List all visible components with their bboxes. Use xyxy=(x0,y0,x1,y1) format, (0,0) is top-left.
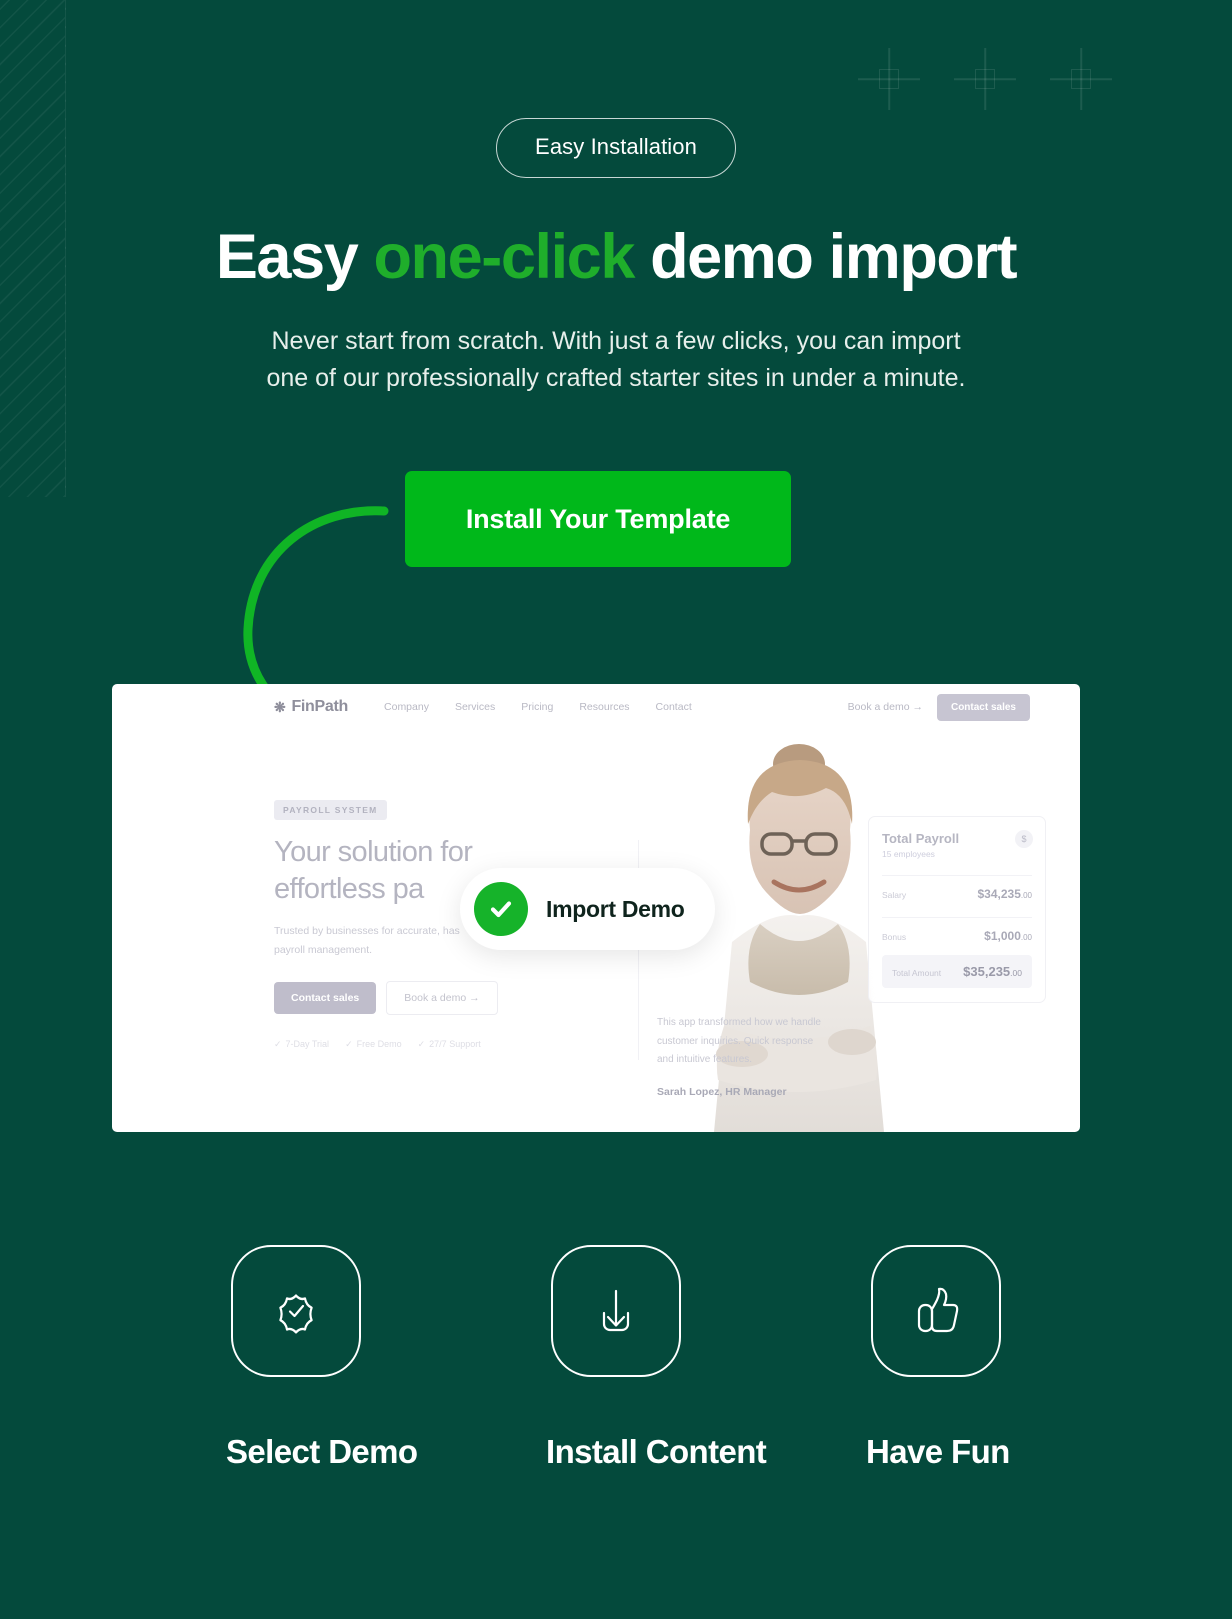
preview-contact-sales-button[interactable]: Contact sales xyxy=(274,981,377,1014)
trust-badge-trial: ✓ 7-Day Trial xyxy=(274,1038,330,1049)
hero-section: Easy Installation Easy one-click demo im… xyxy=(0,0,1232,740)
preview-nav-actions: Book a demo → Contact sales xyxy=(848,693,1030,721)
hero-subcopy-line2: one of our professionally crafted starte… xyxy=(266,364,966,393)
nav-book-demo-link[interactable]: Book a demo → xyxy=(848,701,923,713)
nav-link-resources[interactable]: Resources xyxy=(579,701,629,713)
payroll-row-salary: Salary $34,235.00 xyxy=(882,875,1032,901)
preview-hero-title-line1: Your solution for xyxy=(274,836,473,868)
payroll-card-subtitle: 15 employees xyxy=(882,849,935,859)
page-title-part2: demo import xyxy=(633,222,1018,292)
step-label: Select Demo xyxy=(226,1433,418,1470)
payroll-row-bonus: Bonus $1,000.00 xyxy=(882,917,1032,943)
hero-subcopy: Never start from scratch. With just a fe… xyxy=(151,323,1081,398)
testimonial-line3: and intuitive features. xyxy=(657,1054,753,1065)
payroll-row-label: Bonus xyxy=(882,932,907,942)
check-circle-icon xyxy=(474,882,528,936)
preview-hero-buttons: Contact sales Book a demo → xyxy=(274,980,574,1015)
check-circle-icon: ✓ xyxy=(274,1038,282,1049)
payroll-total-value: $35,235.00 xyxy=(963,964,1022,979)
step-icon-box xyxy=(231,1245,361,1377)
steps-row: Select Demo Install Content Have Fun xyxy=(0,1245,1232,1471)
payroll-total-label: Total Amount xyxy=(892,968,942,978)
preview-hero-tag: PAYROLL SYSTEM xyxy=(274,800,387,820)
payroll-summary-card: $ Total Payroll 15 employees Salary $34,… xyxy=(868,816,1046,1003)
import-demo-label: Import Demo xyxy=(546,895,685,922)
download-icon xyxy=(602,1289,630,1332)
step-label: Have Fun xyxy=(866,1433,1010,1470)
step-icon-box xyxy=(551,1245,681,1377)
payroll-row-label: Salary xyxy=(882,890,907,900)
nav-link-contact[interactable]: Contact xyxy=(656,701,692,713)
nav-link-services[interactable]: Services xyxy=(455,701,495,713)
import-demo-chip[interactable]: Import Demo xyxy=(460,868,715,950)
currency-icon: $ xyxy=(1015,830,1033,848)
nav-link-company[interactable]: Company xyxy=(384,701,429,713)
thumbs-up-icon xyxy=(917,1287,959,1333)
step-select-demo[interactable]: Select Demo xyxy=(226,1245,418,1471)
cta-area: Install Your Template xyxy=(0,471,1232,740)
preview-nav-links: Company Services Pricing Resources Conta… xyxy=(384,701,692,713)
step-install-content[interactable]: Install Content xyxy=(546,1245,767,1471)
nav-contact-sales-button[interactable]: Contact sales xyxy=(936,693,1030,721)
page-title: Easy one-click demo import xyxy=(0,224,1232,291)
page-title-accent: one-click xyxy=(373,222,635,292)
flower-logo-icon: ❋ xyxy=(274,698,286,715)
step-have-fun[interactable]: Have Fun xyxy=(866,1245,1010,1471)
check-circle-icon: ✓ xyxy=(345,1038,353,1049)
demo-site-preview[interactable]: ❋ FinPath Company Services Pricing Resou… xyxy=(112,684,1080,1132)
preview-book-demo-button[interactable]: Book a demo → xyxy=(386,980,498,1015)
testimonial-author: Sarah Lopez, HR Manager xyxy=(657,1085,787,1098)
payroll-row-value: $1,000.00 xyxy=(984,929,1032,943)
testimonial-line1: This app transformed how we handle xyxy=(657,1017,821,1028)
payroll-row-value: $34,235.00 xyxy=(977,887,1032,901)
hero-subcopy-line1: Never start from scratch. With just a fe… xyxy=(271,326,961,355)
testimonial-line2: customer inquiries. Quick response xyxy=(657,1035,814,1047)
preview-navbar: ❋ FinPath Company Services Pricing Resou… xyxy=(112,684,1080,730)
step-icon-box xyxy=(871,1245,1001,1377)
step-label: Install Content xyxy=(546,1433,767,1470)
preview-testimonial: This app transformed how we handle custo… xyxy=(657,1014,852,1098)
trust-badge-demo: ✓ Free Demo xyxy=(345,1038,402,1049)
payroll-card-title: Total Payroll xyxy=(882,831,960,846)
badge-check-icon xyxy=(279,1294,313,1334)
install-template-button[interactable]: Install Your Template xyxy=(405,471,791,568)
page-title-part1: Easy xyxy=(215,222,374,292)
preview-logo-text: FinPath xyxy=(291,698,349,715)
preview-trust-badges: ✓ 7-Day Trial ✓ Free Demo ✓ 27/7 Support xyxy=(274,1039,574,1050)
nav-link-pricing[interactable]: Pricing xyxy=(521,701,553,713)
section-badge: Easy Installation xyxy=(496,118,736,178)
preview-logo: ❋ FinPath xyxy=(274,698,348,716)
check-circle-icon: ✓ xyxy=(417,1038,426,1049)
trust-badge-support: ✓ 27/7 Support xyxy=(417,1038,481,1049)
payroll-total-row: Total Amount $35,235.00 xyxy=(882,955,1032,988)
